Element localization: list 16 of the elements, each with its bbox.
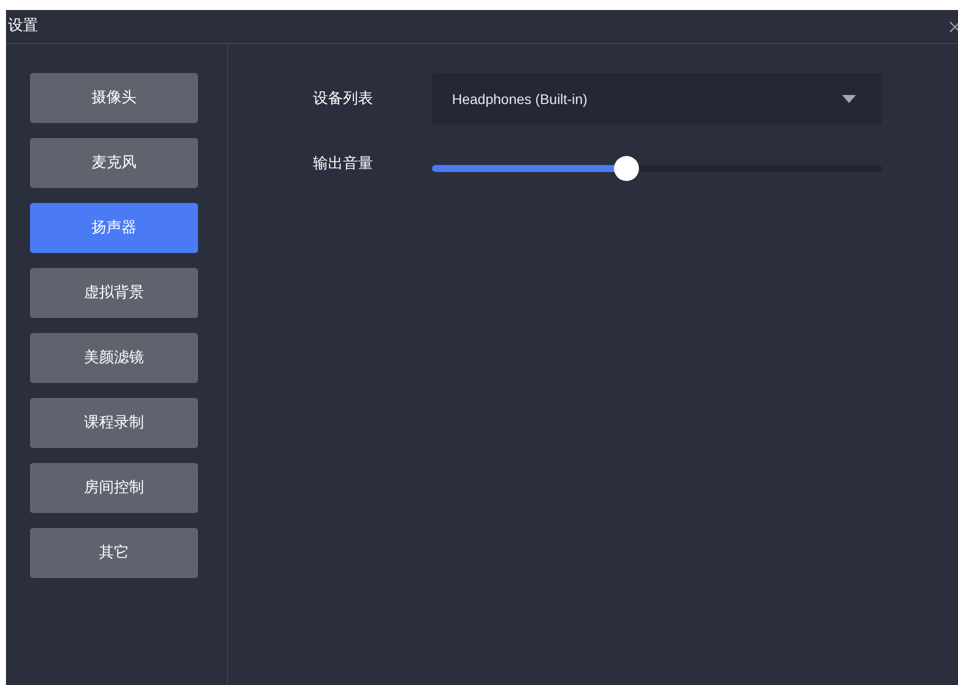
device-list-label: 设备列表 (313, 88, 374, 109)
sidebar-tab[interactable]: 房间控制 (30, 463, 198, 513)
slider-thumb[interactable] (614, 156, 638, 180)
device-dropdown[interactable]: Headphones (Built-in) (432, 73, 882, 125)
sidebar-tab[interactable]: 课程录制 (30, 398, 198, 448)
window-title: 设置 (8, 16, 38, 36)
sidebar-tab[interactable]: 扬声器 (30, 203, 198, 253)
close-icon[interactable] (948, 20, 958, 34)
sidebar-tab[interactable]: 美颜滤镜 (30, 333, 198, 383)
sidebar-tab[interactable]: 摄像头 (30, 73, 198, 123)
sidebar-tab[interactable]: 其它 (30, 528, 198, 578)
sidebar-tab[interactable]: 麦克风 (30, 138, 198, 188)
volume-slider[interactable] (432, 156, 882, 180)
sidebar-tab[interactable]: 虚拟背景 (30, 268, 198, 318)
caret-icon (842, 95, 856, 103)
output-volume-label: 输出音量 (313, 154, 374, 174)
